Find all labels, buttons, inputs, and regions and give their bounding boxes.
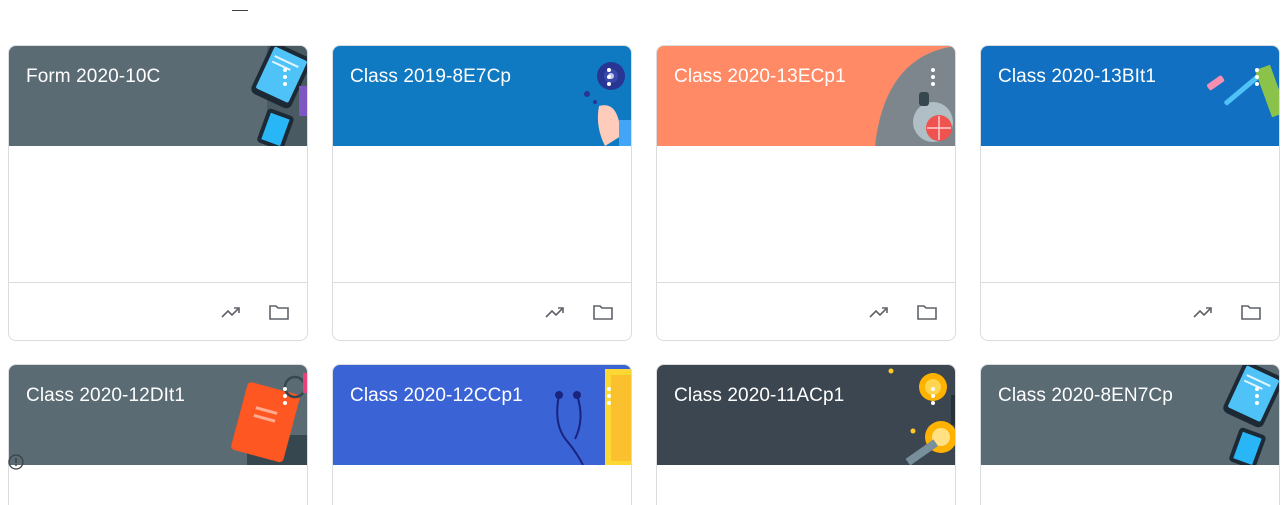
class-card-banner[interactable]: Class 2020-12CCp1	[333, 365, 631, 465]
class-card[interactable]: Class 2020-12DIt1	[8, 364, 308, 505]
book-illustration	[231, 373, 307, 465]
class-card-footer	[333, 283, 631, 340]
headphones-illustration	[555, 369, 631, 465]
trending-up-icon[interactable]	[543, 300, 567, 324]
class-card-banner[interactable]: Class 2020-13BIt1	[981, 46, 1279, 146]
folder-icon[interactable]	[915, 300, 939, 324]
planets-illustration	[888, 368, 955, 465]
more-vert-icon[interactable]	[283, 387, 287, 405]
trending-up-icon[interactable]	[219, 300, 243, 324]
class-card-body	[333, 146, 631, 283]
class-card-body	[981, 146, 1279, 283]
class-title[interactable]: Class 2020-13BIt1	[998, 66, 1156, 88]
class-card[interactable]: Class 2020-8EN7Cp	[980, 364, 1280, 505]
more-vert-icon[interactable]	[607, 387, 611, 405]
class-card-banner[interactable]: Class 2020-8EN7Cp	[981, 365, 1279, 465]
more-vert-icon[interactable]	[1255, 387, 1259, 405]
class-title[interactable]: Form 2020-10C	[26, 66, 160, 88]
trending-up-icon[interactable]	[1191, 300, 1215, 324]
class-card-footer	[9, 283, 307, 340]
class-card-body	[9, 146, 307, 283]
tablet-illustration	[251, 46, 307, 146]
class-card[interactable]: Class 2020-13ECp1	[656, 45, 956, 341]
dash-mark	[232, 10, 248, 11]
class-card[interactable]: Class 2020-13BIt1	[980, 45, 1280, 341]
folder-icon[interactable]	[591, 300, 615, 324]
class-card[interactable]: Form 2020-10C	[8, 45, 308, 341]
more-vert-icon[interactable]	[607, 68, 611, 86]
class-title[interactable]: Class 2020-12CCp1	[350, 385, 523, 407]
pot-illustration	[875, 46, 955, 146]
folder-icon[interactable]	[1239, 300, 1263, 324]
class-card-banner[interactable]: Class 2020-13ECp1	[657, 46, 955, 146]
more-vert-icon[interactable]	[931, 387, 935, 405]
class-title[interactable]: Class 2020-8EN7Cp	[998, 385, 1173, 407]
class-card[interactable]: Class 2020-12CCp1	[332, 364, 632, 505]
class-card-footer	[981, 283, 1279, 340]
class-card-banner[interactable]: Class 2020-11ACp1	[657, 365, 955, 465]
class-card-footer	[657, 283, 955, 340]
class-title[interactable]: Class 2020-13ECp1	[674, 66, 846, 88]
class-card[interactable]: Class 2020-11ACp1	[656, 364, 956, 505]
folder-icon[interactable]	[267, 300, 291, 324]
class-grid-row-1: Form 2020-10C Class 2019-8E7Cp Class 202…	[8, 45, 1280, 341]
class-title[interactable]: Class 2020-12DIt1	[26, 385, 185, 407]
camera-illustration	[584, 62, 631, 146]
pens-illustration	[1207, 64, 1279, 118]
class-card[interactable]: Class 2019-8E7Cp	[332, 45, 632, 341]
info-icon[interactable]	[8, 454, 24, 470]
tablet-illustration	[1223, 365, 1279, 465]
class-card-banner[interactable]: Form 2020-10C	[9, 46, 307, 146]
class-title[interactable]: Class 2019-8E7Cp	[350, 66, 511, 88]
trending-up-icon[interactable]	[867, 300, 891, 324]
class-card-banner[interactable]: Class 2019-8E7Cp	[333, 46, 631, 146]
more-vert-icon[interactable]	[283, 68, 287, 86]
class-card-banner[interactable]: Class 2020-12DIt1	[9, 365, 307, 465]
class-grid-row-2: Class 2020-12DIt1 Class 2020-12CCp1 Clas…	[8, 364, 1280, 505]
class-title[interactable]: Class 2020-11ACp1	[674, 385, 844, 407]
more-vert-icon[interactable]	[1255, 68, 1259, 86]
more-vert-icon[interactable]	[931, 68, 935, 86]
class-card-body	[657, 146, 955, 283]
